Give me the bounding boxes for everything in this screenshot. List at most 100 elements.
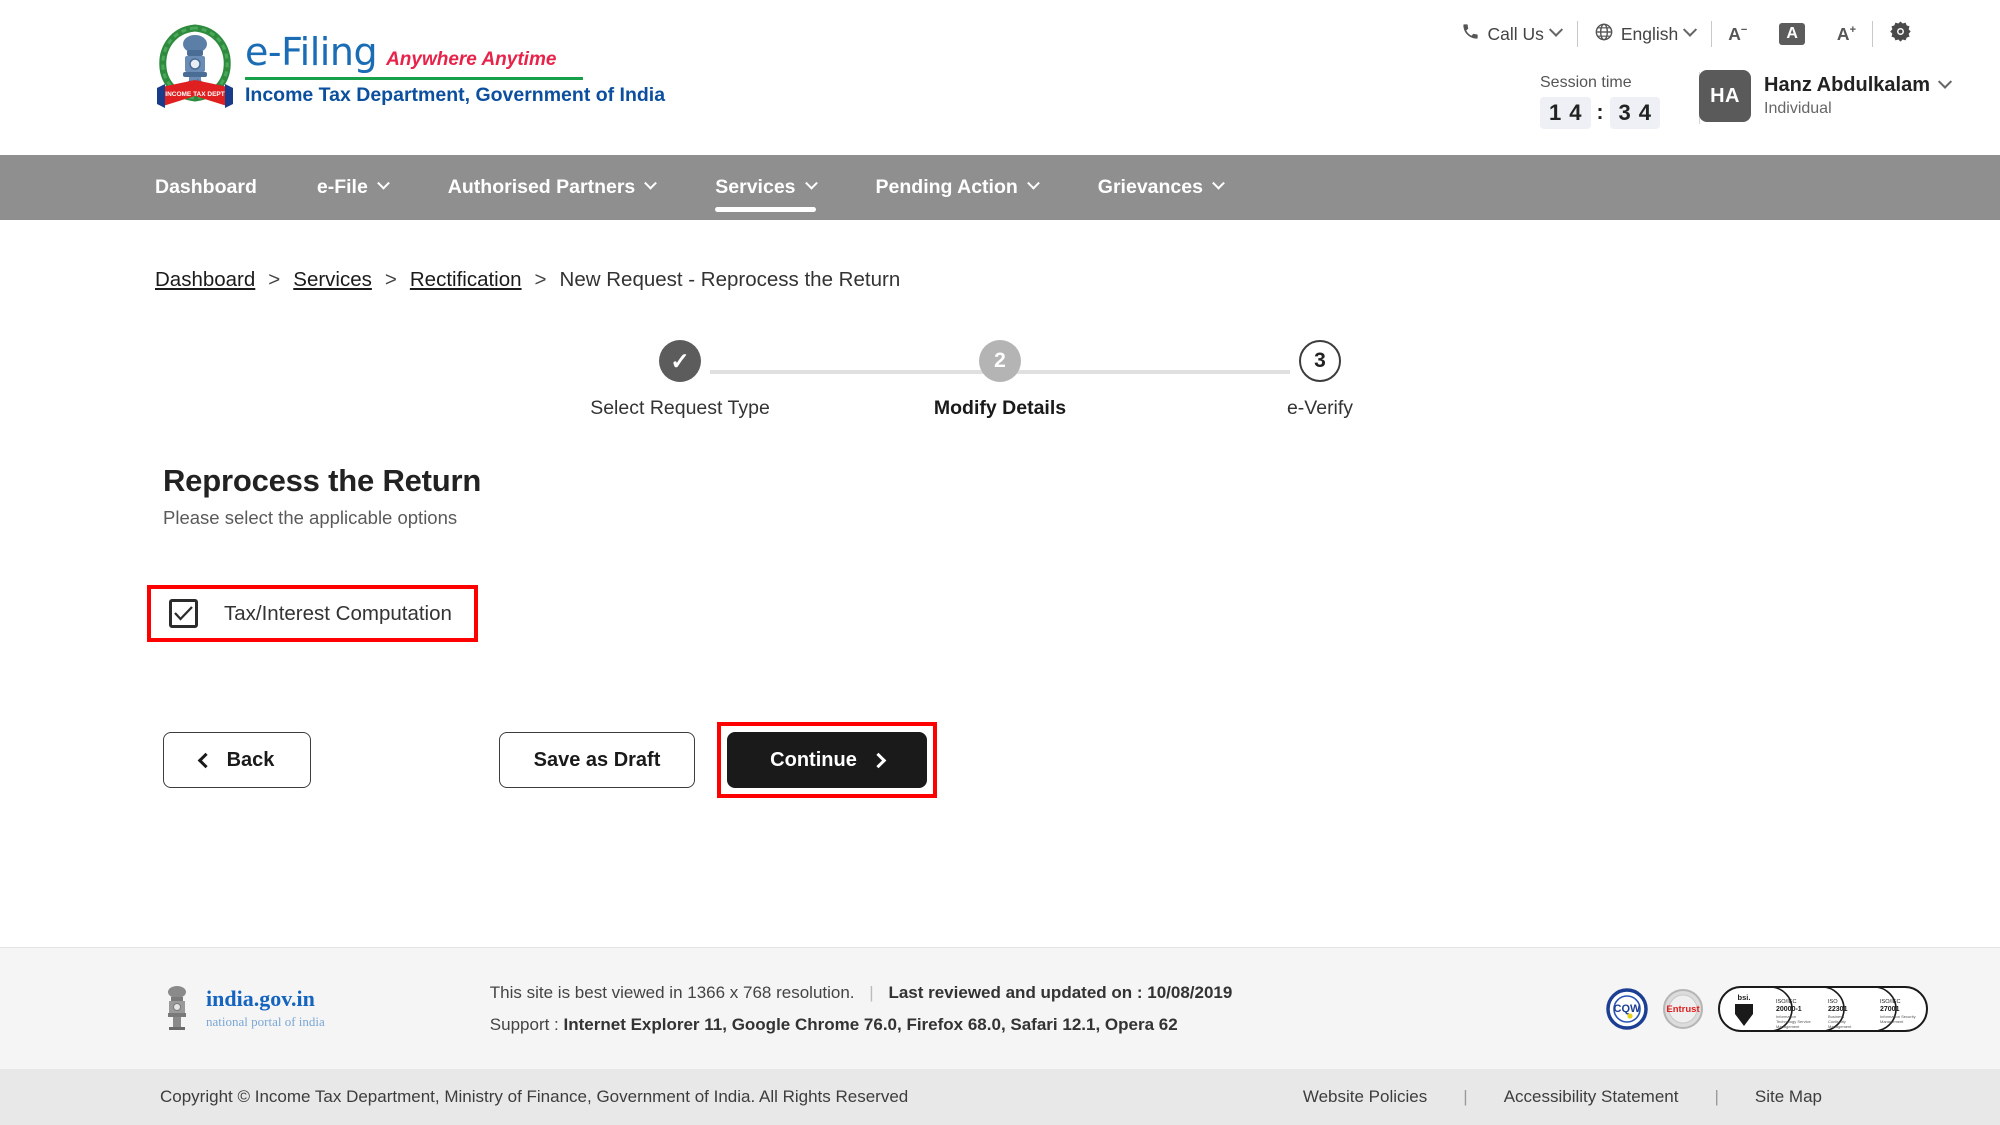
svg-text:ISO/IEC: ISO/IEC (1776, 999, 1797, 1005)
nav-label: Pending Action (875, 176, 1018, 198)
divider: | (869, 983, 874, 1003)
bsi-iso-badges: bsi. ISO/IEC 20000-1 Information Technol… (1718, 985, 1928, 1032)
income-tax-emblem-icon: सत्यमेव INCOME TAX DEPT (155, 22, 235, 114)
page-root: सत्यमेव INCOME TAX DEPT e-Filing Anywher… (0, 0, 2000, 1125)
check-icon: ✓ (670, 347, 690, 374)
nav-item-dashboard[interactable]: Dashboard (155, 155, 257, 220)
chevron-down-icon (376, 176, 390, 190)
svg-text:INCOME TAX DEPT: INCOME TAX DEPT (165, 91, 224, 98)
step-2-label: Modify Details (933, 397, 1067, 419)
tax-interest-computation-checkbox[interactable] (169, 599, 198, 628)
progress-stepper: ✓ Select Request Type 2 Modify Details 3… (590, 340, 1353, 445)
svg-text:Entrust: Entrust (1666, 1004, 1700, 1015)
page-subtitle: Please select the applicable options (163, 507, 458, 528)
settings-button[interactable] (1873, 20, 1928, 48)
chevron-down-icon (1212, 176, 1225, 190)
stepper-steps: ✓ Select Request Type 2 Modify Details 3… (590, 340, 1353, 420)
form-actions: Back Save as Draft Continue (163, 722, 2000, 798)
breadcrumb-item-dashboard[interactable]: Dashboard (155, 268, 255, 292)
entrust-badge-icon: Entrust (1663, 988, 1703, 1029)
footer-link-accessibility-statement[interactable]: Accessibility Statement (1486, 1087, 1697, 1107)
breadcrumb-item-rectification[interactable]: Rectification (410, 268, 522, 292)
nav-item-grievances[interactable]: Grievances (1098, 155, 1225, 220)
national-emblem-icon (168, 985, 186, 1030)
breadcrumb-item-current: New Request - Reprocess the Return (559, 268, 901, 291)
footer-info: This site is best viewed in 1366 x 768 r… (490, 977, 1233, 1040)
call-us-menu[interactable]: Call Us (1445, 22, 1576, 46)
svg-text:27001: 27001 (1880, 1006, 1900, 1013)
breadcrumb-separator: > (268, 268, 281, 291)
copyright-text: Copyright © Income Tax Department, Minis… (160, 1087, 909, 1106)
svg-text:Management: Management (1880, 1019, 1904, 1024)
font-decrease-icon: A− (1728, 23, 1748, 44)
brand-tagline: Anywhere Anytime (386, 48, 557, 70)
header-right: Call Us English A− A A+ Session time 1 4… (1120, 0, 2000, 155)
session-time-value: 1 4 : 3 4 (1540, 97, 1660, 129)
avatar: HA (1699, 70, 1752, 122)
footer-link-site-map[interactable]: Site Map (1737, 1087, 1840, 1107)
save-as-draft-label: Save as Draft (533, 748, 661, 771)
continue-button[interactable]: Continue (727, 732, 927, 788)
utility-bar: Call Us English A− A A+ (1445, 20, 1928, 48)
continue-button-highlight: Continue (717, 722, 937, 798)
nav-item-e-file[interactable]: e-File (316, 155, 390, 220)
nav-label: Services (715, 176, 796, 198)
back-button[interactable]: Back (163, 732, 311, 788)
svg-text:20000-1: 20000-1 (1776, 1006, 1802, 1013)
save-as-draft-button[interactable]: Save as Draft (499, 732, 695, 788)
divider: | (1714, 1087, 1719, 1106)
back-button-label: Back (226, 748, 275, 771)
page-title: Reprocess the Return (163, 463, 482, 498)
nav-label: e-File (316, 176, 368, 198)
font-increase-button[interactable]: A+ (1821, 24, 1872, 45)
language-label: English (1620, 23, 1679, 44)
font-decrease-button[interactable]: A− (1712, 24, 1763, 45)
step-3-circle: 3 (1299, 340, 1341, 382)
svg-text:22301: 22301 (1828, 1006, 1848, 1013)
india-gov-logo[interactable]: india.gov.in national portal of india (160, 983, 325, 1035)
phone-icon (1461, 22, 1480, 46)
svg-text:Management: Management (1828, 1024, 1852, 1029)
nav-item-authorised-partners[interactable]: Authorised Partners (448, 155, 658, 220)
svg-text:CQW: CQW (1614, 1003, 1642, 1015)
svg-text:ISO: ISO (1828, 999, 1838, 1005)
footer-links: Website Policies | Accessibility Stateme… (1285, 1087, 1840, 1107)
top-header: सत्यमेव INCOME TAX DEPT e-Filing Anywher… (0, 0, 2000, 155)
tax-interest-computation-option[interactable]: Tax/Interest Computation (147, 585, 478, 642)
user-name-row: Hanz Abdulkalam (1764, 74, 1953, 97)
form-section: Reprocess the Return Please select the a… (147, 463, 2000, 798)
nav-item-services[interactable]: Services (715, 155, 818, 220)
brand-divider (245, 76, 583, 80)
footer-link-website-policies[interactable]: Website Policies (1285, 1087, 1445, 1107)
brand-title: e-Filing (245, 29, 378, 74)
nav-item-pending-action[interactable]: Pending Action (875, 155, 1040, 220)
divider: | (1463, 1087, 1468, 1106)
font-normal-icon: A (1779, 23, 1805, 45)
brand-logo[interactable]: सत्यमेव INCOME TAX DEPT e-Filing Anywher… (155, 22, 665, 114)
footer-line-2: Support : Internet Explorer 11, Google C… (490, 1009, 1233, 1040)
session-minutes: 1 4 (1540, 97, 1591, 129)
check-icon (174, 606, 193, 621)
chevron-down-icon (1548, 22, 1563, 37)
chevron-down-icon (1937, 74, 1953, 89)
user-role: Individual (1764, 100, 1832, 117)
breadcrumb-separator: > (534, 268, 547, 291)
chevron-right-icon (870, 752, 887, 768)
main-content: Dashboard > Services > Rectification > N… (0, 220, 2000, 947)
session-colon: : (1596, 101, 1604, 124)
font-normal-button[interactable]: A (1763, 23, 1821, 45)
session-timer: Session time 1 4 : 3 4 (1540, 74, 1660, 129)
continue-button-label: Continue (770, 748, 857, 771)
footer: india.gov.in national portal of india Th… (0, 947, 2000, 1069)
session-seconds: 3 4 (1609, 97, 1660, 129)
user-info: Hanz Abdulkalam Individual (1764, 74, 1953, 118)
breadcrumb: Dashboard > Services > Rectification > N… (155, 268, 2000, 292)
step-3-label: e-Verify (1286, 397, 1354, 419)
font-increase-icon: A+ (1836, 23, 1856, 44)
brand-subtitle: Income Tax Department, Government of Ind… (245, 83, 666, 106)
last-updated-note: Last reviewed and updated on : 10/08/201… (888, 983, 1233, 1003)
breadcrumb-item-services[interactable]: Services (293, 268, 372, 292)
language-menu[interactable]: English (1578, 22, 1711, 47)
user-profile-menu[interactable]: HA Hanz Abdulkalam Individual (1699, 70, 1953, 122)
nav-items: Dashboard e-File Authorised Partners Ser… (155, 155, 1225, 220)
